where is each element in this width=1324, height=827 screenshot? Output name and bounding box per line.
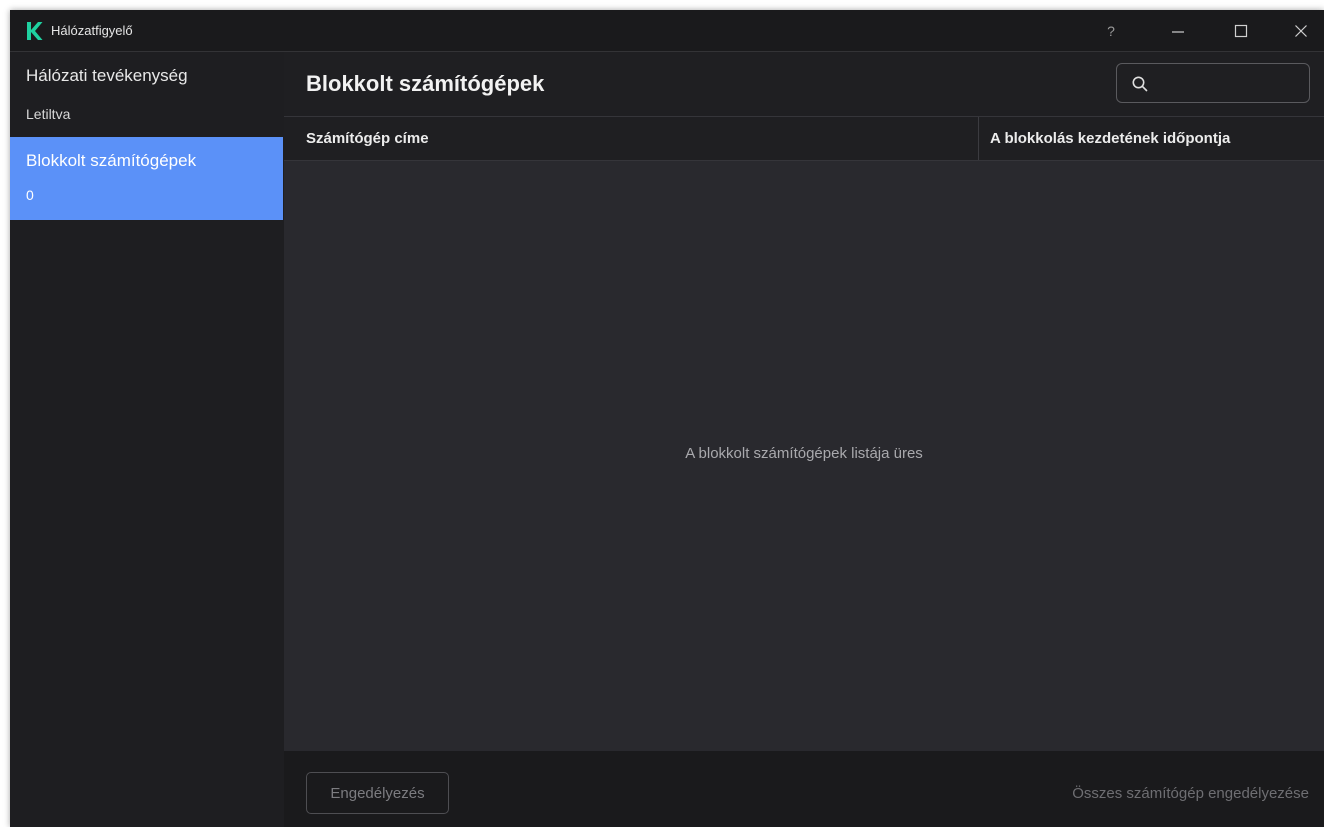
minimize-button[interactable]: [1155, 10, 1201, 52]
table-body: A blokkolt számítógépek listája üres: [284, 161, 1324, 751]
empty-list-message: A blokkolt számítógépek listája üres: [685, 445, 923, 462]
minimize-icon: [1172, 31, 1184, 33]
search-icon: [1132, 76, 1148, 92]
sidebar-item-status: Letiltva: [26, 106, 71, 122]
help-button[interactable]: ?: [1088, 10, 1134, 52]
page-title: Blokkolt számítógépek: [306, 71, 545, 96]
sidebar-item-count: 0: [26, 187, 34, 203]
window-title: Hálózatfigyelő: [51, 23, 133, 38]
help-icon: ?: [1107, 23, 1115, 39]
sidebar-item-blocked-computers[interactable]: Blokkolt számítógépek 0: [10, 137, 283, 220]
maximize-icon: [1234, 24, 1248, 38]
kaspersky-logo-icon: [27, 22, 43, 40]
column-divider[interactable]: [978, 117, 979, 160]
maximize-button[interactable]: [1218, 10, 1264, 52]
search-input[interactable]: [1157, 70, 1301, 98]
sidebar-item-title: Hálózati tevékenység: [26, 66, 188, 85]
allow-all-computers-button[interactable]: Összes számítógép engedélyezése: [999, 772, 1309, 814]
sidebar-item-network-activity[interactable]: Hálózati tevékenység Letiltva: [10, 52, 283, 137]
close-icon: [1295, 25, 1307, 37]
sidebar-item-title: Blokkolt számítógépek: [26, 151, 197, 170]
footer-bar: Engedélyezés Összes számítógép engedélye…: [284, 751, 1324, 827]
sidebar: Hálózati tevékenység Letiltva Blokkolt s…: [10, 52, 283, 827]
title-bar: Hálózatfigyelő ?: [10, 10, 1324, 52]
app-window: Hálózatfigyelő ? Hálózati tevékenység Le…: [10, 10, 1324, 827]
close-button[interactable]: [1278, 10, 1324, 52]
allow-button[interactable]: Engedélyezés: [306, 772, 449, 814]
column-header-block-start-time[interactable]: A blokkolás kezdetének időpontja: [990, 117, 1230, 160]
main-panel: Blokkolt számítógépek Számítógép címe A …: [284, 52, 1324, 827]
search-box[interactable]: [1116, 63, 1310, 103]
table-header: Számítógép címe A blokkolás kezdetének i…: [284, 116, 1324, 161]
column-header-computer-address[interactable]: Számítógép címe: [306, 117, 429, 160]
